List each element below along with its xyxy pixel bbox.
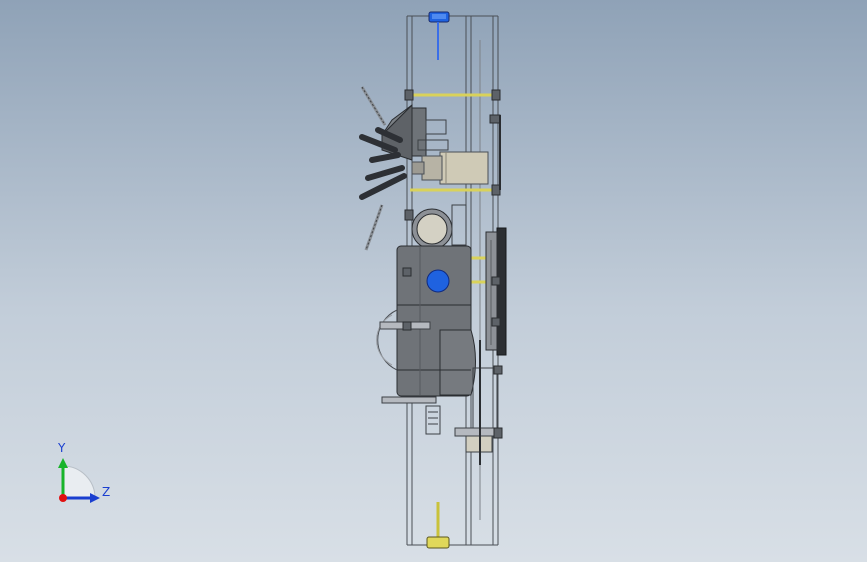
- y-axis-arrowhead-icon: [58, 458, 68, 468]
- y-axis-label: Y: [58, 441, 66, 455]
- x-axis-dot-icon: [59, 494, 67, 502]
- z-axis-label: Z: [102, 485, 111, 499]
- graphics-viewport[interactable]: Y Z: [0, 0, 867, 562]
- coordinate-triad: [58, 458, 100, 503]
